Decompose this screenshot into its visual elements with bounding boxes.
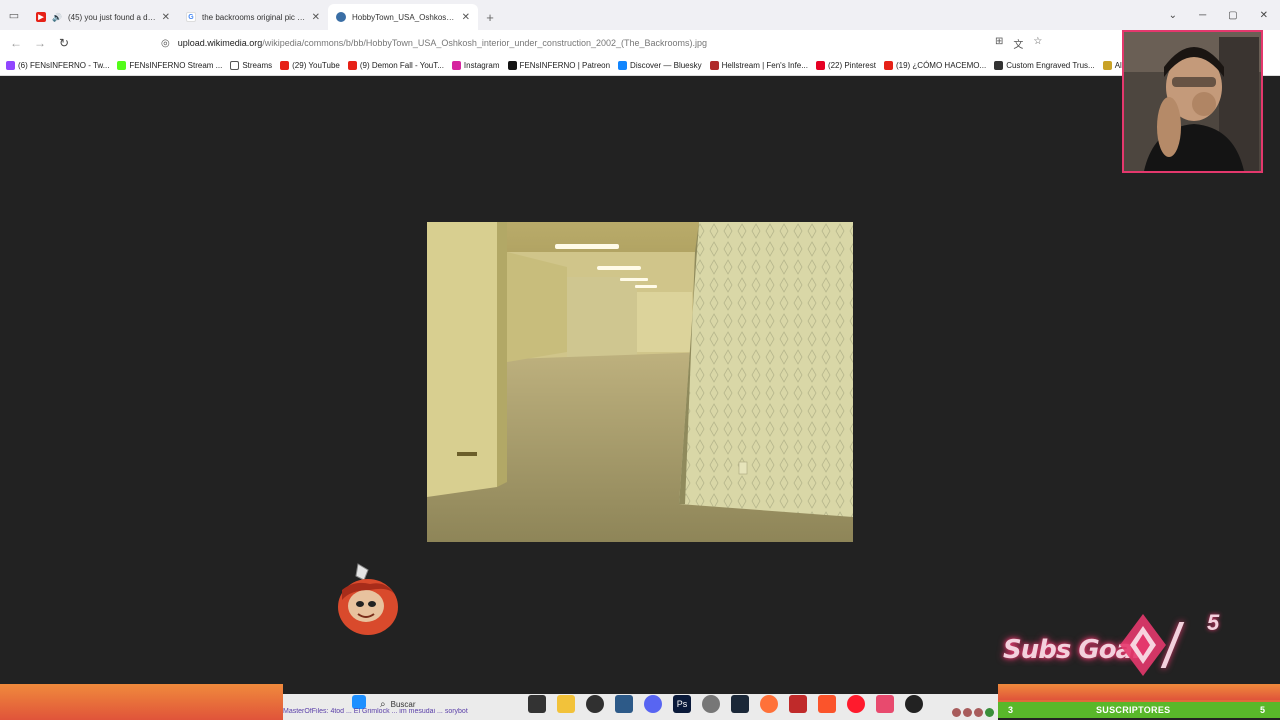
bookmark-icon xyxy=(280,61,290,70)
bookmark-label: (22) Pinterest xyxy=(827,61,876,70)
stream-bottom-bar xyxy=(0,684,283,720)
close-tab-icon[interactable]: ✕ xyxy=(312,12,320,23)
subs-goal-target: 5 xyxy=(1207,610,1220,635)
bookmark-label: FENsINFERNO | Patreon xyxy=(519,61,611,70)
bookmark-item[interactable]: Streams xyxy=(230,61,272,70)
bookmark-label: Streams xyxy=(242,61,273,70)
system-tray xyxy=(952,708,994,717)
tab-youtube[interactable]: ▶ 🔊 (45) you just found a dark ht ✕ xyxy=(28,4,178,30)
bookmark-icon xyxy=(347,61,357,70)
reload-icon[interactable]: ↻ xyxy=(52,31,76,55)
bookmark-item[interactable]: FENsINFERNO Stream ... xyxy=(117,61,222,70)
bookmark-item[interactable]: (19) ¿CÓMO HACEMO... xyxy=(883,61,987,70)
stream-bottom-bar-right xyxy=(998,684,1280,700)
webcam-overlay xyxy=(1122,30,1263,173)
tab-title: (45) you just found a dark ht xyxy=(67,12,156,22)
maximize-icon[interactable]: ▢ xyxy=(1228,10,1237,21)
site-info-icon[interactable]: ◎ xyxy=(161,38,170,49)
bookmark-icon xyxy=(451,61,461,70)
tab-bar: ▭ ▶ 🔊 (45) you just found a dark ht ✕ G … xyxy=(0,0,1280,30)
url-path: /wikipedia/commons/b/bb/HobbyTown_USA_Os… xyxy=(262,38,708,48)
new-tab-button[interactable]: + xyxy=(478,4,502,30)
chevron-down-icon[interactable]: ⌄ xyxy=(1169,10,1177,21)
youtube-icon: ▶ xyxy=(36,12,46,22)
windows-start-icon[interactable] xyxy=(352,695,366,709)
bookmark-icon xyxy=(709,61,719,70)
window-controls: ⌄ ─ ▢ ✕ xyxy=(1169,0,1280,30)
translate-icon[interactable]: 文 xyxy=(1013,36,1023,51)
subs-goal-widget: Subs Goal 5 xyxy=(1000,610,1240,680)
bookmark-icon xyxy=(815,61,825,70)
mascot-sticker-icon xyxy=(330,562,402,642)
url-host: upload.wikimedia.org xyxy=(177,38,263,48)
google-icon: G xyxy=(186,12,196,22)
bookmark-label: (6) FENsINFERNO - Tw... xyxy=(18,61,110,70)
bookmark-item[interactable]: FENsINFERNO | Patreon xyxy=(507,61,611,70)
bookmark-label: Hellstream | Fen's Infe... xyxy=(721,61,808,70)
address-bar[interactable]: ◎ upload.wikimedia.org/wikipedia/commons… xyxy=(155,33,1050,53)
tray-icon[interactable] xyxy=(952,708,961,717)
tab-wikimedia[interactable]: HobbyTown_USA_Oshkosh_inte ✕ xyxy=(328,4,478,30)
bookmark-item[interactable]: Hellstream | Fen's Infe... xyxy=(709,61,808,70)
bookmark-label: Instagram xyxy=(463,61,500,70)
bookmark-label: FENsINFERNO Stream ... xyxy=(129,61,223,70)
bookmark-icon xyxy=(1102,61,1112,70)
bookmark-icon xyxy=(994,61,1004,70)
bookmark-label: (29) YouTube xyxy=(292,61,340,70)
bookmark-icon xyxy=(230,61,240,70)
diamond-emblem-icon xyxy=(1120,614,1166,676)
progress-max: 5 xyxy=(1259,705,1265,715)
wikimedia-icon xyxy=(336,12,346,22)
navigation-bar: ← → ↻ ◎ upload.wikimedia.org/wikipedia/c… xyxy=(0,30,1280,56)
bookmark-label: (9) Demon Fall - YouT... xyxy=(359,61,444,70)
forward-icon[interactable]: → xyxy=(28,31,52,55)
progress-current: 3 xyxy=(1008,705,1014,715)
bookmark-icon xyxy=(618,61,628,70)
close-tab-icon[interactable]: ✕ xyxy=(462,12,470,23)
bookmark-icon xyxy=(117,61,127,70)
audio-icon[interactable]: 🔊 xyxy=(52,13,62,22)
close-window-icon[interactable]: ✕ xyxy=(1260,10,1268,21)
bookmark-item[interactable]: Discover — Bluesky xyxy=(618,61,702,70)
tray-icon[interactable] xyxy=(974,708,983,717)
bookmark-item[interactable]: (22) Pinterest xyxy=(815,61,876,70)
tray-icon[interactable] xyxy=(985,708,994,717)
close-tab-icon[interactable]: ✕ xyxy=(162,12,170,23)
back-icon[interactable]: ← xyxy=(4,31,28,55)
bookmark-item[interactable]: (9) Demon Fall - YouT... xyxy=(347,61,444,70)
taskbar-apps xyxy=(352,695,366,709)
bookmark-label: Custom Engraved Trus... xyxy=(1006,61,1095,70)
progress-label: SUSCRIPTORES xyxy=(1096,705,1171,715)
backrooms-photo xyxy=(427,222,853,542)
bookmark-item[interactable]: Custom Engraved Trus... xyxy=(994,61,1095,70)
tab-list-icon[interactable]: ▭ xyxy=(0,0,28,30)
chat-ticker: MasterOfFiles: 4tod ... El Grimlock ... … xyxy=(283,708,468,715)
minimize-icon[interactable]: ─ xyxy=(1199,10,1206,21)
tab-title: HobbyTown_USA_Oshkosh_inte xyxy=(352,12,456,22)
subscribers-progress-bar: 3 SUSCRIPTORES 5 xyxy=(998,700,1280,718)
bookmark-item[interactable]: Instagram xyxy=(451,61,500,70)
tab-google[interactable]: G the backrooms original pic - Bú ✕ xyxy=(178,4,328,30)
tray-icon[interactable] xyxy=(963,708,972,717)
bookmark-label: Discover — Bluesky xyxy=(630,61,702,70)
bookmark-icon xyxy=(6,61,15,70)
bookmark-item[interactable]: (29) YouTube xyxy=(280,61,340,70)
bookmarks-bar: (6) FENsINFERNO - Tw... FENsINFERNO Strea… xyxy=(0,56,1280,76)
bookmark-item[interactable]: (6) FENsINFERNO - Tw... xyxy=(6,61,109,70)
tab-title: the backrooms original pic - Bú xyxy=(202,12,306,22)
bookmark-star-icon[interactable]: ☆ xyxy=(1033,36,1042,51)
bookmark-icon xyxy=(883,61,893,70)
bookmark-label: (19) ¿CÓMO HACEMO... xyxy=(895,61,987,70)
install-app-icon[interactable]: ⊞ xyxy=(995,36,1003,51)
bookmark-icon xyxy=(507,61,517,70)
